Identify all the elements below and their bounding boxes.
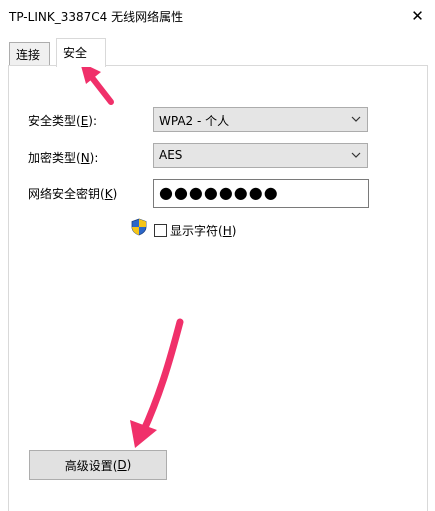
encryption-type-label: 加密类型(N): <box>28 151 99 165</box>
tab-security[interactable]: 安全 <box>56 38 106 67</box>
tab-strip: 连接 安全 <box>0 36 435 67</box>
show-characters-checkbox[interactable] <box>154 224 167 237</box>
chevron-down-icon <box>351 116 361 122</box>
encryption-type-dropdown[interactable]: AES <box>153 143 368 168</box>
tab-connection-label: 连接 <box>16 48 41 62</box>
title-bar: TP-LINK_3387C4 无线网络属性 ✕ <box>0 0 435 32</box>
advanced-settings-button[interactable]: 高级设置(D) <box>29 450 167 480</box>
network-key-input[interactable]: ●●●●●●●● <box>153 179 369 208</box>
close-icon: ✕ <box>411 7 424 25</box>
security-type-label: 安全类型(E): <box>28 114 98 128</box>
security-type-value: WPA2 - 个人 <box>159 114 230 128</box>
close-button[interactable]: ✕ <box>400 0 435 32</box>
show-characters-label[interactable]: 显示字符(H) <box>170 222 236 239</box>
tab-security-label: 安全 <box>63 46 88 60</box>
uac-shield-icon <box>131 218 147 236</box>
network-key-label: 网络安全密钥(K) <box>28 187 118 201</box>
tab-connection[interactable]: 连接 <box>9 42 50 66</box>
window-title: TP-LINK_3387C4 无线网络属性 <box>9 10 184 24</box>
chevron-down-icon <box>351 152 361 158</box>
security-type-dropdown[interactable]: WPA2 - 个人 <box>153 107 368 132</box>
encryption-type-value: AES <box>159 148 183 162</box>
